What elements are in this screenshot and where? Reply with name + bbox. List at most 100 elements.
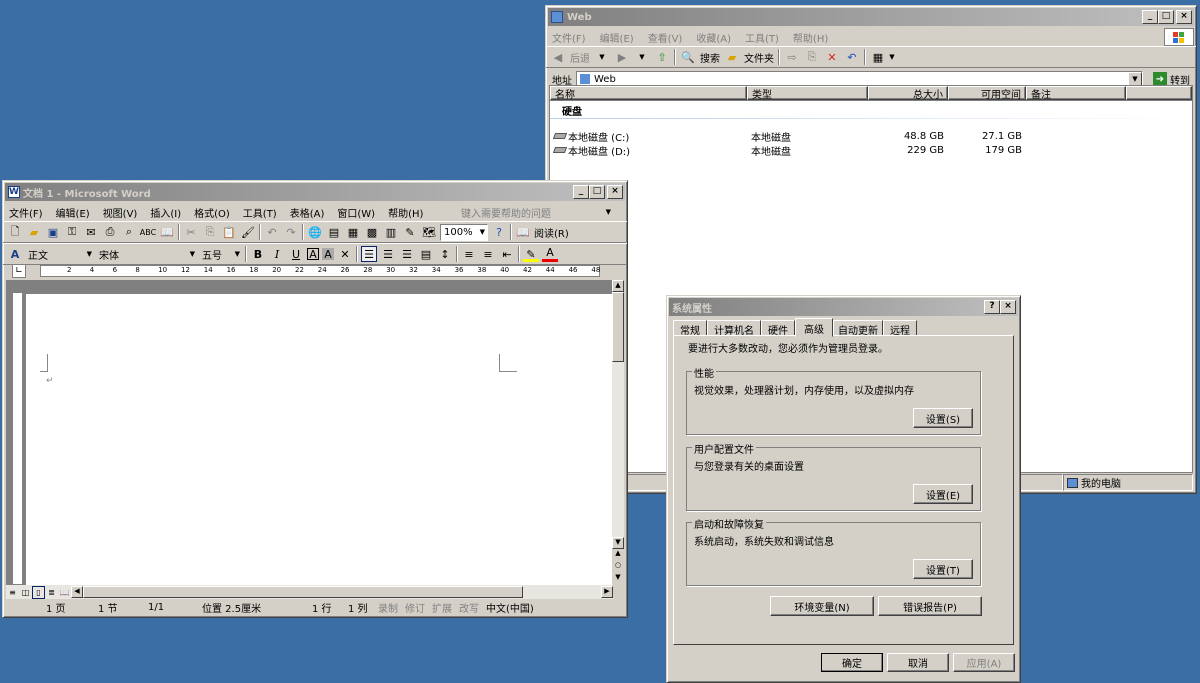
print-preview-icon[interactable]: ⌕ [121,224,137,240]
menu-insert[interactable]: 插入(I) [150,205,181,220]
format-painter-icon[interactable]: 🖌 [240,224,256,240]
menu-help[interactable]: 帮助(H) [793,30,828,45]
minimize-button[interactable]: _ [573,185,589,199]
browse-object-icon[interactable]: ○ [612,561,624,573]
back-button-label[interactable]: 后退 [570,50,590,65]
email-icon[interactable]: ✉ [83,224,99,240]
tables-borders-icon[interactable]: ▤ [326,224,342,240]
column-name[interactable]: 名称 [550,86,747,101]
folders-icon[interactable]: ▰ [724,49,740,65]
web-view-icon[interactable]: ◫ [19,586,32,599]
help-search[interactable]: 键入需要帮助的问题 ▼ [461,205,611,220]
redo-icon[interactable]: ↷ [283,224,299,240]
copy-icon[interactable]: ⎘ [202,224,218,240]
tab-general[interactable]: 常规 [673,320,707,337]
menu-edit[interactable]: 编辑(E) [600,30,634,45]
menu-file[interactable]: 文件(F) [9,205,43,220]
style-select[interactable]: 正文 ▼ [26,247,94,262]
font-select[interactable]: 宋体 ▼ [97,247,197,262]
bold-icon[interactable]: B [250,246,266,262]
zoom-select[interactable]: 100% ▼ [440,223,488,241]
document-area[interactable]: ↵ [6,280,613,585]
styles-icon[interactable]: A [7,246,23,262]
undo-icon[interactable]: ↶ [844,49,860,65]
forward-dropdown-icon[interactable]: ▼ [634,49,650,65]
document-page[interactable]: ↵ [26,294,613,585]
columns-icon[interactable]: ▥ [383,224,399,240]
close-button[interactable]: × [1000,300,1016,314]
tab-advanced[interactable]: 高级 [795,318,833,337]
cut-icon[interactable]: ✂ [183,224,199,240]
new-document-icon[interactable]: 🗋 [7,224,23,240]
numbering-icon[interactable]: ≡ [461,246,477,262]
word-titlebar[interactable]: W 文档 1 - Microsoft Word _ □ × [5,183,625,201]
menu-table[interactable]: 表格(A) [290,205,325,220]
drive-row[interactable]: 本地磁盘 (D:) 本地磁盘 229 GB 179 GB [550,143,1192,158]
tab-hardware[interactable]: 硬件 [761,320,795,337]
help-button[interactable]: ? [984,300,1000,314]
apply-button[interactable]: 应用(A) [953,653,1015,672]
search-button-label[interactable]: 搜索 [700,50,720,65]
hyperlink-icon[interactable]: 🌐 [307,224,323,240]
document-map-icon[interactable]: 🗺 [421,224,437,240]
char-shading-icon[interactable]: A [322,248,334,261]
read-button[interactable]: 阅读(R) [534,225,569,240]
up-folder-icon[interactable]: ⇧ [654,49,670,65]
font-color-icon[interactable]: A [542,246,558,262]
align-right-icon[interactable]: ☰ [399,246,415,262]
save-icon[interactable]: ▣ [45,224,61,240]
char-border-icon[interactable]: A [307,248,319,261]
menu-help[interactable]: 帮助(H) [388,205,423,220]
insert-table-icon[interactable]: ▦ [345,224,361,240]
explorer-titlebar[interactable]: Web _ □ × [548,8,1194,26]
cancel-button[interactable]: 取消 [887,653,949,672]
tab-remote[interactable]: 远程 [883,320,917,337]
error-reporting-button[interactable]: 错误报告(P) [878,596,982,616]
undo-icon[interactable]: ↶ [264,224,280,240]
horizontal-ruler[interactable]: ∟ 2 4 6 8 10 12 14 16 18 20 22 24 26 28 30 32 34 36 38 40 42… [12,264,615,278]
status-extend[interactable]: 扩展 [432,600,459,615]
copy-to-icon[interactable]: ⎘ [804,49,820,65]
status-overtype[interactable]: 改写 [459,600,486,615]
menu-favorites[interactable]: 收藏(A) [696,30,731,45]
maximize-button[interactable]: □ [1158,10,1174,24]
decrease-indent-icon[interactable]: ⇤ [499,246,515,262]
tab-automatic-updates[interactable]: 自动更新 [833,320,883,337]
environment-variables-button[interactable]: 环境变量(N) [770,596,874,616]
delete-icon[interactable]: ✕ [824,49,840,65]
column-comments[interactable]: 备注 [1026,86,1126,101]
font-size-select[interactable]: 五号 ▼ [200,247,242,262]
minimize-button[interactable]: _ [1142,10,1158,24]
prev-page-icon[interactable]: ▲ [612,549,624,561]
menu-file[interactable]: 文件(F) [552,30,586,45]
menu-format[interactable]: 格式(O) [194,205,230,220]
print-view-icon[interactable]: ▯ [32,585,45,599]
spelling-icon[interactable]: ABC [140,224,156,240]
print-icon[interactable]: ⎙ [102,224,118,240]
menu-tools[interactable]: 工具(T) [745,30,779,45]
user-profiles-settings-button[interactable]: 设置(E) [913,484,973,504]
menu-window[interactable]: 窗口(W) [337,205,375,220]
align-center-icon[interactable]: ☰ [380,246,396,262]
ok-button[interactable]: 确定 [821,653,883,672]
menu-tools[interactable]: 工具(T) [243,205,277,220]
scroll-thumb[interactable] [612,292,624,362]
drawing-icon[interactable]: ✎ [402,224,418,240]
paste-icon[interactable]: 📋 [221,224,237,240]
drive-row[interactable]: 本地磁盘 (C:) 本地磁盘 48.8 GB 27.1 GB [550,129,1192,144]
folders-button-label[interactable]: 文件夹 [744,50,774,65]
search-icon[interactable]: 🔍 [680,49,696,65]
back-icon[interactable]: ◀ [550,49,566,65]
startup-recovery-settings-button[interactable]: 设置(T) [913,559,973,579]
underline-icon[interactable]: U [288,246,304,262]
next-page-icon[interactable]: ▼ [612,573,624,585]
align-justify-icon[interactable]: ☰ [361,246,377,262]
reading-view-icon[interactable]: 📖 [58,586,71,599]
column-total-size[interactable]: 总大小 [868,86,948,101]
normal-view-icon[interactable]: ≡ [6,586,19,599]
read-icon[interactable]: 📖 [515,224,531,240]
vertical-scrollbar[interactable]: ▲ ▼ ▲ ○ ▼ [612,280,624,585]
dialog-titlebar[interactable]: 系统属性 ? × [669,298,1018,316]
menu-view[interactable]: 查看(V) [648,30,683,45]
distributed-icon[interactable]: ▤ [418,246,434,262]
